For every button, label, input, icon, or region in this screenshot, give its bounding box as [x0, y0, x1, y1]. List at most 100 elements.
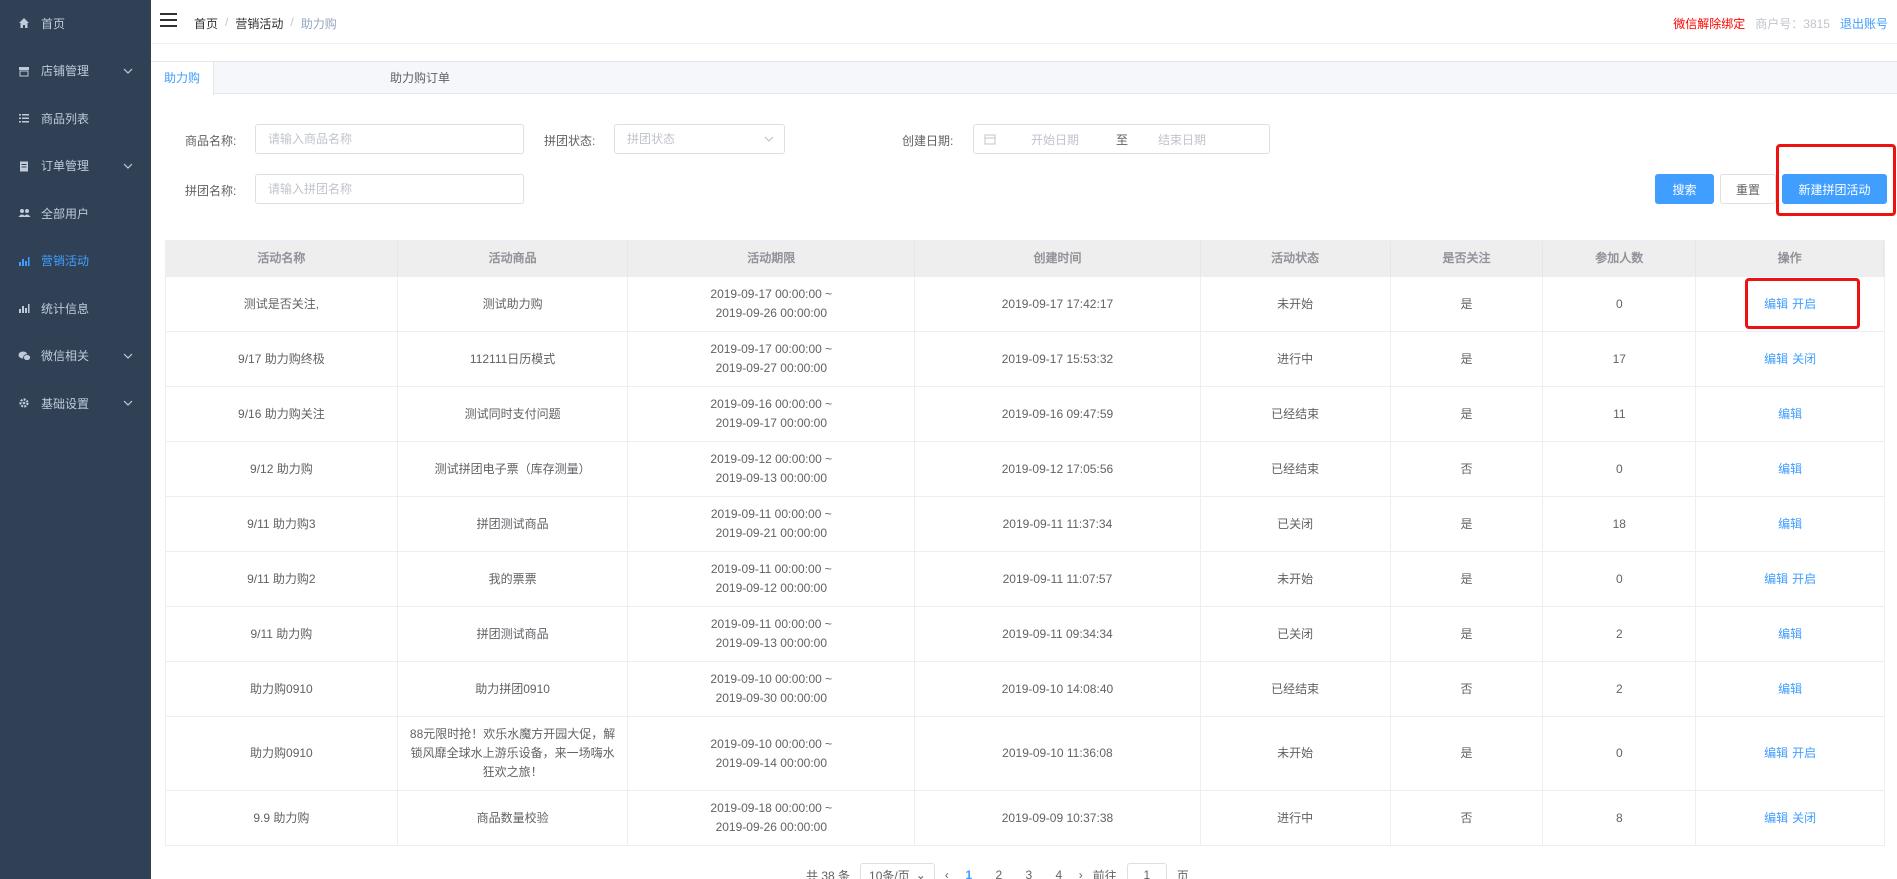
toggle-link[interactable]: 关闭 — [1792, 350, 1816, 369]
participant-count-cell: 0 — [1543, 552, 1697, 606]
period-start: 2019-09-17 00:00:00 ~ — [710, 287, 833, 301]
follow-cell: 是 — [1391, 277, 1544, 331]
edit-link[interactable]: 编辑 — [1778, 680, 1802, 699]
page-number[interactable]: 2 — [989, 868, 1009, 879]
activity-period-cell: 2019-09-17 00:00:00 ~ 2019-09-27 00:00:00 — [628, 332, 916, 386]
hamburger-menu-icon[interactable] — [160, 13, 177, 27]
sidebar-item[interactable]: 订单管理 — [0, 146, 151, 186]
edit-link[interactable]: 编辑 — [1778, 460, 1802, 479]
group-status-label: 拼团状态: — [544, 134, 596, 148]
created-time-cell: 2019-09-16 09:47:59 — [915, 387, 1201, 441]
participant-count-cell: 0 — [1543, 442, 1697, 496]
tab-zhuligou-orders[interactable]: 助力购订单 — [377, 62, 463, 94]
table-body: 测试是否关注, 测试助力购 2019-09-17 00:00:00 ~2019-09… — [166, 276, 1884, 845]
follow-cell: 是 — [1391, 497, 1544, 551]
sidebar-item[interactable]: 统计信息 — [0, 288, 151, 328]
period-start: 2019-09-18 00:00:00 ~ — [710, 801, 833, 815]
created-time-cell: 2019-09-10 11:36:08 — [915, 717, 1201, 790]
start-date-input[interactable]: 开始日期 — [1031, 131, 1079, 148]
group-name-input[interactable]: 请输入拼团名称 — [255, 174, 524, 204]
toggle-link[interactable]: 关闭 — [1792, 809, 1816, 828]
sidebar-item[interactable]: 基础设置 — [0, 383, 151, 423]
home-icon — [17, 16, 31, 30]
goods-name-input[interactable]: 请输入商品名称 — [255, 124, 524, 154]
sidebar-item[interactable]: 全部用户 — [0, 193, 151, 233]
edit-link[interactable]: 编辑 — [1764, 350, 1788, 369]
status-cell: 未开始 — [1201, 717, 1391, 790]
merchant-id: 商户号：3815 — [1755, 17, 1830, 31]
period-end: 2019-09-27 00:00:00 — [715, 361, 828, 375]
activity-period-cell: 2019-09-10 00:00:00 ~ 2019-09-30 00:00:00 — [628, 662, 916, 716]
breadcrumb-home[interactable]: 首页 — [194, 15, 218, 32]
sidebar-item[interactable]: 商品列表 — [0, 98, 151, 138]
page-number[interactable]: 4 — [1049, 868, 1069, 879]
period-end: 2019-09-12 00:00:00 — [715, 581, 827, 595]
table-header: 活动名称 活动商品 活动期限 创建时间 活动状态 是否关注 参加人数 操作 — [166, 241, 1884, 276]
activity-goods-cell: 拼团测试商品 — [398, 497, 629, 551]
follow-cell: 是 — [1391, 607, 1544, 661]
edit-link[interactable]: 编辑 — [1778, 405, 1802, 424]
page-size-select[interactable]: 10条/页 ⌄ — [860, 863, 935, 879]
column-header: 活动状态 — [1201, 241, 1391, 276]
follow-cell: 否 — [1391, 442, 1544, 496]
chevron-down-icon — [123, 163, 133, 169]
edit-link[interactable]: 编辑 — [1778, 515, 1802, 534]
sidebar-item-label: 微信相关 — [41, 349, 90, 363]
activity-period-cell: 2019-09-11 00:00:00 ~ 2019-09-13 00:00:00 — [628, 607, 916, 661]
edit-link[interactable]: 编辑 — [1764, 744, 1788, 763]
toggle-link[interactable]: 开启 — [1792, 744, 1816, 763]
table-row: 9/11 助力购 拼团测试商品 2019-09-11 00:00:00 ~2019-… — [166, 606, 1884, 661]
operations-cell: 编辑 — [1696, 442, 1884, 496]
highlight-box-ops — [1745, 278, 1860, 329]
end-date-input[interactable]: 结束日期 — [1158, 131, 1206, 148]
activity-period-cell: 2019-09-16 00:00:00 ~ 2019-09-17 00:00:00 — [628, 387, 916, 441]
page-number[interactable]: 3 — [1019, 868, 1039, 879]
sidebar-item[interactable]: 营销活动 — [0, 241, 151, 281]
logout-link[interactable]: 退出账号 — [1840, 15, 1888, 32]
status-cell: 未开始 — [1201, 552, 1391, 606]
edit-link[interactable]: 编辑 — [1778, 625, 1802, 644]
header-actions: 微信解除绑定 商户号：3815 退出账号 — [1673, 15, 1888, 32]
period-end: 2019-09-14 00:00:00 — [715, 755, 828, 770]
group-status-select[interactable]: 拼团状态 — [614, 124, 785, 154]
table-row: 9/17 助力购终极 112111日历模式 2019-09-17 00:00:00 … — [166, 331, 1884, 386]
sidebar-item[interactable]: 店铺管理 — [0, 51, 151, 91]
toggle-link[interactable]: 开启 — [1792, 570, 1816, 589]
activity-period-cell: 2019-09-10 00:00:00 ~ 2019-09-14 00:00:00 — [628, 717, 916, 790]
participant-count-cell: 8 — [1543, 791, 1697, 845]
sidebar-item[interactable]: 微信相关 — [0, 336, 151, 376]
period-start: 2019-09-11 00:00:00 ~ — [710, 617, 832, 631]
breadcrumb-marketing[interactable]: 营销活动 — [235, 15, 283, 32]
date-range-picker[interactable]: 开始日期 至 结束日期 — [973, 124, 1270, 154]
goto-page-input[interactable]: 1 — [1126, 863, 1167, 879]
sidebar-item[interactable]: 首页 — [0, 3, 151, 43]
breadcrumb-separator: / — [225, 15, 229, 29]
store-icon — [17, 64, 31, 78]
goto-label: 前往 — [1092, 868, 1117, 879]
period-range: 2019-09-17 00:00:00 ~ 2019-09-26 00:00:00 — [710, 285, 832, 323]
tab-zhuligou[interactable]: 助力购 — [151, 62, 215, 95]
wechat-unbind-link[interactable]: 微信解除绑定 — [1673, 15, 1745, 32]
activity-name-cell: 9/17 助力购终极 — [166, 332, 398, 386]
period-range: 2019-09-18 00:00:00 ~ 2019-09-26 00:00:00 — [710, 799, 832, 837]
search-button[interactable]: 搜索 — [1655, 174, 1714, 204]
page-size-value: 10条/页 — [869, 868, 910, 879]
period-end: 2019-09-13 00:00:00 — [715, 636, 827, 650]
participant-count-cell: 2 — [1543, 662, 1697, 716]
edit-link[interactable]: 编辑 — [1764, 809, 1788, 828]
sidebar-item-label: 基础设置 — [41, 396, 90, 411]
prev-page-icon[interactable]: ‹ — [945, 868, 949, 879]
period-start: 2019-09-16 00:00:00 ~ — [710, 397, 833, 411]
edit-link[interactable]: 编辑 — [1764, 570, 1788, 589]
reset-button[interactable]: 重置 — [1720, 174, 1776, 204]
page-number[interactable]: 1 — [959, 868, 979, 879]
status-cell: 进行中 — [1201, 332, 1391, 386]
activity-goods-cell: 我的票票 — [398, 552, 629, 606]
period-start: 2019-09-12 00:00:00 ~ — [710, 452, 833, 466]
chevron-down-icon — [764, 136, 774, 142]
tab-bar: 助力购 助力购订单 — [151, 61, 1897, 95]
stats-icon — [17, 301, 31, 315]
activity-name-cell: 9.9 助力购 — [166, 791, 398, 845]
period-range: 2019-09-11 00:00:00 ~ 2019-09-12 00:00:00 — [711, 560, 832, 598]
next-page-icon[interactable]: › — [1079, 868, 1083, 879]
